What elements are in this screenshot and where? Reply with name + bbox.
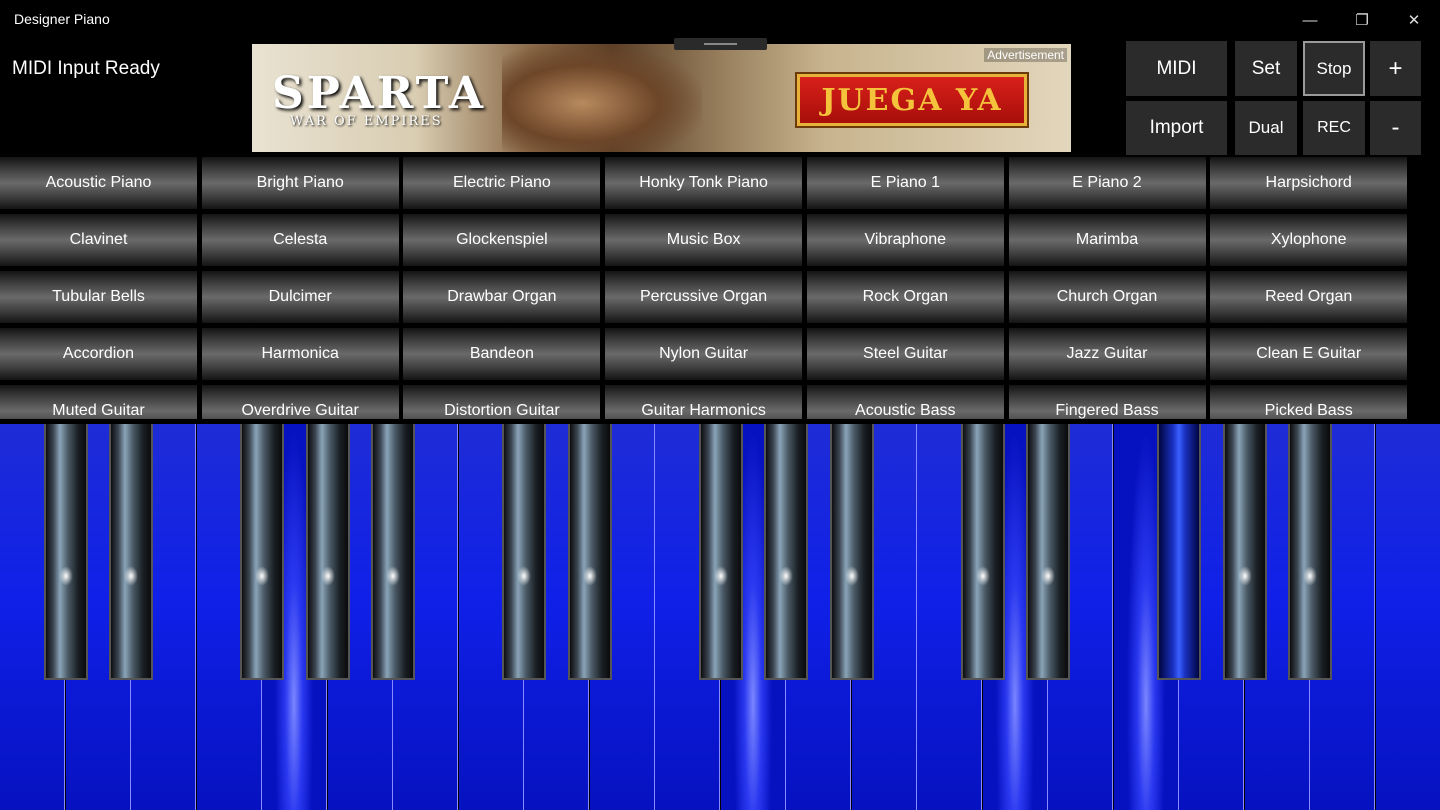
instrument-button[interactable]: Celesta — [201, 214, 399, 266]
black-key[interactable] — [567, 424, 612, 680]
ad-cta-button[interactable]: JUEGA YA — [797, 74, 1027, 126]
minimize-icon: — — [1302, 11, 1318, 29]
instrument-button[interactable]: Clavinet — [0, 214, 197, 266]
black-key[interactable] — [1157, 424, 1201, 680]
piano-keyboard — [0, 424, 1440, 810]
black-key[interactable] — [960, 424, 1005, 680]
close-button[interactable]: ✕ — [1388, 0, 1440, 40]
instrument-button[interactable]: Steel Guitar — [806, 328, 1004, 380]
instrument-button[interactable]: Harpsichord — [1210, 157, 1408, 209]
instrument-button[interactable]: Distortion Guitar — [403, 385, 601, 419]
instrument-button[interactable]: Electric Piano — [403, 157, 601, 209]
black-key[interactable] — [829, 424, 874, 680]
minimize-button[interactable]: — — [1284, 0, 1336, 40]
instrument-button[interactable]: Dulcimer — [201, 271, 399, 323]
instrument-button[interactable]: Tubular Bells — [0, 271, 197, 323]
black-key[interactable] — [1288, 424, 1332, 680]
midi-status-text: MIDI Input Ready — [12, 58, 160, 79]
midi-button[interactable]: MIDI — [1126, 41, 1227, 96]
instrument-button[interactable]: Nylon Guitar — [605, 328, 803, 380]
octave-up-button[interactable]: + — [1370, 41, 1421, 96]
instrument-button[interactable]: Fingered Bass — [1008, 385, 1206, 419]
close-icon: ✕ — [1407, 12, 1421, 29]
instrument-button[interactable]: Acoustic Bass — [806, 385, 1004, 419]
instrument-button[interactable]: E Piano 2 — [1008, 157, 1206, 209]
instrument-button[interactable]: Harmonica — [201, 328, 399, 380]
record-button[interactable]: REC — [1303, 101, 1365, 155]
black-key[interactable] — [502, 424, 546, 680]
instrument-button[interactable]: Acoustic Piano — [0, 157, 197, 209]
restore-icon: ❐ — [1355, 12, 1369, 29]
instrument-button[interactable]: Guitar Harmonics — [605, 385, 803, 419]
instrument-button[interactable]: Drawbar Organ — [403, 271, 601, 323]
black-key[interactable] — [43, 424, 88, 680]
black-key[interactable] — [1026, 424, 1070, 680]
instrument-button[interactable]: Church Organ — [1008, 271, 1206, 323]
restore-button[interactable]: ❐ — [1336, 0, 1388, 40]
instrument-button[interactable]: Music Box — [605, 214, 803, 266]
set-button[interactable]: Set — [1235, 41, 1297, 96]
instrument-button[interactable]: Honky Tonk Piano — [605, 157, 803, 209]
ad-tagline: WAR OF EMPIRES — [290, 114, 443, 129]
instrument-button[interactable]: Picked Bass — [1210, 385, 1408, 419]
instrument-button[interactable]: Marimba — [1008, 214, 1206, 266]
ad-logo: SPARTA — [272, 68, 487, 119]
ad-warrior-image — [502, 44, 702, 152]
black-key[interactable] — [305, 424, 350, 680]
title-bar: Designer Piano — ❐ ✕ — [0, 0, 1440, 40]
instrument-button[interactable]: Accordion — [0, 328, 197, 380]
ad-label: Advertisement — [984, 48, 1067, 62]
instrument-button[interactable]: Reed Organ — [1210, 271, 1408, 323]
instrument-button[interactable]: Jazz Guitar — [1008, 328, 1206, 380]
black-key[interactable] — [240, 424, 284, 680]
instrument-grid: Acoustic Piano Bright Piano Electric Piano… — [0, 157, 1410, 419]
instrument-button[interactable]: Percussive Organ — [605, 271, 803, 323]
black-key[interactable] — [109, 424, 153, 680]
instrument-button[interactable]: Overdrive Guitar — [201, 385, 399, 419]
white-key[interactable] — [1375, 424, 1440, 810]
instrument-button[interactable]: Vibraphone — [806, 214, 1004, 266]
instrument-button[interactable]: Xylophone — [1210, 214, 1408, 266]
black-key[interactable] — [764, 424, 808, 680]
black-key[interactable] — [1222, 424, 1267, 680]
instrument-button[interactable]: Clean E Guitar — [1210, 328, 1408, 380]
instrument-button[interactable]: Rock Organ — [806, 271, 1004, 323]
black-key[interactable] — [371, 424, 415, 680]
instrument-button[interactable]: Bandeon — [403, 328, 601, 380]
import-button[interactable]: Import — [1126, 101, 1227, 155]
advertisement-banner[interactable]: SPARTA WAR OF EMPIRES JUEGA YA Advertise… — [252, 44, 1071, 152]
ad-drag-handle[interactable] — [674, 38, 767, 50]
dual-button[interactable]: Dual — [1235, 101, 1297, 155]
octave-down-button[interactable]: - — [1370, 101, 1421, 155]
instrument-button[interactable]: Glockenspiel — [403, 214, 601, 266]
app-title: Designer Piano — [14, 11, 110, 27]
instrument-button[interactable]: Muted Guitar — [0, 385, 197, 419]
instrument-button[interactable]: Bright Piano — [201, 157, 399, 209]
stop-button[interactable]: Stop — [1303, 41, 1365, 96]
instrument-button[interactable]: E Piano 1 — [806, 157, 1004, 209]
black-key[interactable] — [698, 424, 743, 680]
